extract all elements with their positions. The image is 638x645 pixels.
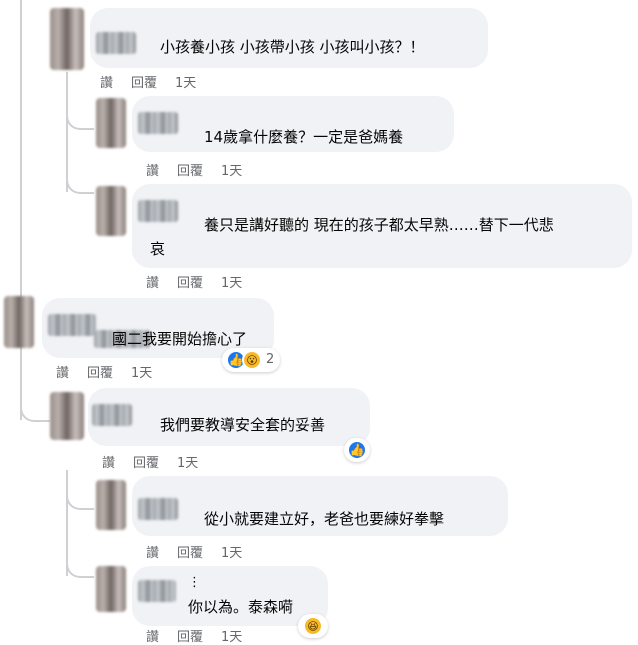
haha-icon: 😆 [303, 616, 323, 636]
comment-text: 從小就要建立好，老爸也要練好拳擊 [204, 510, 445, 528]
reply-link[interactable]: 回覆 [177, 164, 203, 179]
timestamp[interactable]: 1天 [221, 164, 242, 179]
thread-curve [66, 130, 94, 194]
comment-actions: 讚 回覆 1天 [102, 452, 216, 471]
thread-curve [20, 380, 50, 422]
wow-icon: 😮 [242, 350, 262, 370]
like-link[interactable]: 讚 [146, 630, 159, 645]
timestamp[interactable]: 1天 [221, 546, 242, 561]
reply-link[interactable]: 回覆 [131, 76, 157, 91]
reaction-count: 2 [266, 352, 275, 367]
commenter-name[interactable] [48, 314, 96, 336]
commenter-name[interactable] [138, 200, 178, 222]
comment-bubble: 從小就要建立好，老爸也要練好拳擊 [132, 476, 508, 536]
comment-bubble: 小孩養小孩 小孩帶小孩 小孩叫小孩？！ [90, 8, 488, 68]
like-link[interactable]: 讚 [146, 164, 159, 179]
comment-bubble: ⋮ 你以為。泰森嗬 [132, 566, 328, 626]
timestamp[interactable]: 1天 [221, 276, 242, 291]
commenter-name[interactable] [96, 32, 136, 54]
comment-actions: 讚 回覆 1天 [146, 272, 260, 291]
comment-actions: 讚 回覆 1天 [146, 626, 260, 645]
like-link[interactable]: 讚 [146, 276, 159, 291]
reply-link[interactable]: 回覆 [177, 546, 203, 561]
comment-actions: 讚 回覆 1天 [146, 542, 260, 561]
avatar[interactable] [96, 98, 126, 148]
comment-bubble: 我們要教導安全套的妥善 [88, 388, 370, 446]
comment-text: 哀 [150, 240, 166, 258]
comment-bubble: 養只是講好聽的 現在的孩子都太早熟……替下一代悲 哀 [132, 184, 632, 268]
thread-curve [66, 72, 94, 130]
commenter-name[interactable] [138, 498, 178, 520]
like-link[interactable]: 讚 [102, 456, 115, 471]
comment-text: 養只是講好聽的 現在的孩子都太早熟……替下一代悲 [204, 216, 554, 234]
like-link[interactable]: 讚 [146, 546, 159, 561]
comment-text: 我們要教導安全套的妥善 [160, 416, 326, 434]
commenter-name[interactable] [138, 580, 176, 602]
like-icon: 👍 [347, 440, 367, 460]
comment-actions: 讚 回覆 1天 [56, 362, 170, 381]
avatar[interactable] [4, 296, 34, 348]
avatar[interactable] [96, 186, 126, 236]
comment-text: 14歲拿什麼養？一定是爸媽養 [204, 128, 404, 146]
comment-bubble: 14歲拿什麼養？一定是爸媽養 [132, 96, 454, 152]
timestamp[interactable]: 1天 [177, 456, 198, 471]
comment-text: 小孩養小孩 小孩帶小孩 小孩叫小孩？！ [160, 38, 425, 56]
timestamp[interactable]: 1天 [131, 366, 152, 381]
reply-link[interactable]: 回覆 [87, 366, 113, 381]
reply-link[interactable]: 回覆 [177, 630, 203, 645]
comment-actions: 讚 回覆 1天 [100, 72, 214, 91]
like-link[interactable]: 讚 [56, 366, 69, 381]
comment-text: 你以為。泰森嗬 [188, 598, 294, 616]
comment-actions: 讚 回覆 1天 [146, 160, 260, 179]
avatar[interactable] [96, 480, 126, 530]
reply-link[interactable]: 回覆 [133, 456, 159, 471]
commenter-name[interactable] [92, 404, 132, 426]
thread-line [20, 0, 22, 302]
reply-link[interactable]: 回覆 [177, 276, 203, 291]
comment-text: ⋮ [188, 575, 201, 590]
timestamp[interactable]: 1天 [175, 76, 196, 91]
commenter-name[interactable] [138, 112, 178, 134]
avatar[interactable] [96, 566, 126, 612]
like-link[interactable]: 讚 [100, 76, 113, 91]
avatar[interactable] [50, 8, 84, 70]
thread-curve [66, 470, 94, 510]
timestamp[interactable]: 1天 [221, 630, 242, 645]
thread-curve [66, 510, 94, 578]
avatar[interactable] [50, 392, 84, 440]
comment-text: 國二我要開始擔心了 [112, 330, 248, 348]
